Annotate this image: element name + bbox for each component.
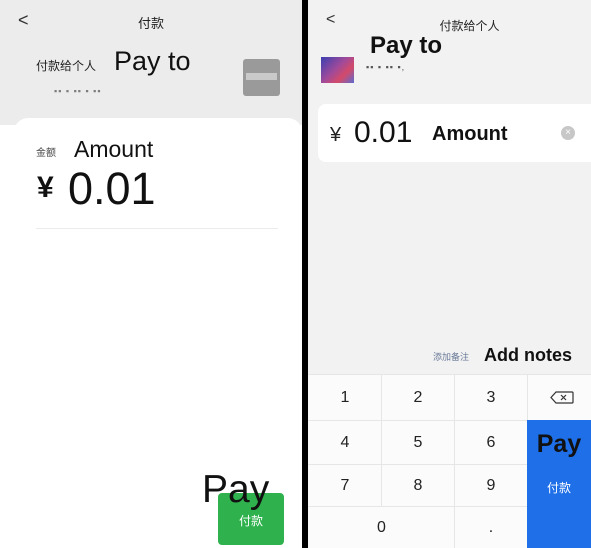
- left-payment-screen: < 付款 付款给个人 Pay to ▪▪ ▪ ▪▪ ▪ ▪▪ 金额 Amount…: [0, 0, 302, 548]
- key-7[interactable]: 7: [309, 465, 381, 506]
- page-title: 付款给个人: [439, 19, 500, 33]
- amount-input[interactable]: 0.01: [354, 116, 412, 150]
- pay-button-label: 付款: [546, 481, 571, 495]
- backspace-icon: [550, 391, 574, 404]
- payee-name-masked: ▪▪ ▪ ▪▪ ▪,: [366, 62, 406, 72]
- key-9[interactable]: 9: [455, 465, 527, 506]
- key-0[interactable]: 0: [309, 507, 454, 548]
- amount-label-cn: 金额: [36, 148, 56, 159]
- payto-label-cn: 付款给个人: [36, 59, 97, 73]
- payto-label-en: Pay to: [114, 46, 191, 76]
- currency-symbol: ¥: [330, 124, 342, 146]
- key-1[interactable]: 1: [309, 375, 381, 420]
- divider: [36, 228, 278, 229]
- right-payment-screen: < 付款给个人 Pay to ▪▪ ▪ ▪▪ ▪, ¥ 0.01 Amount …: [308, 0, 591, 548]
- key-3[interactable]: 3: [455, 375, 527, 420]
- page-title: 付款: [137, 16, 164, 31]
- add-notes-caption: Add notes: [484, 345, 572, 365]
- key-5[interactable]: 5: [382, 421, 454, 464]
- amount-input[interactable]: 0.01: [68, 163, 156, 215]
- amount-label-en: Amount: [432, 123, 508, 145]
- key-dot[interactable]: .: [455, 507, 527, 548]
- currency-symbol: ¥: [37, 171, 54, 204]
- amount-label-en: Amount: [74, 136, 154, 162]
- key-2[interactable]: 2: [382, 375, 454, 420]
- payto-label-en: Pay to: [370, 32, 443, 59]
- key-6[interactable]: 6: [455, 421, 527, 464]
- pay-caption: Pay: [536, 430, 582, 458]
- payee-avatar: [321, 57, 354, 83]
- payee-name-masked: ▪▪ ▪ ▪▪ ▪ ▪▪: [54, 86, 102, 96]
- payee-avatar: [243, 59, 280, 96]
- add-notes-link[interactable]: 添加备注: [433, 350, 469, 363]
- key-4[interactable]: 4: [309, 421, 381, 464]
- clear-icon[interactable]: ×: [561, 126, 575, 140]
- key-8[interactable]: 8: [382, 465, 454, 506]
- pay-caption: Pay: [202, 468, 270, 511]
